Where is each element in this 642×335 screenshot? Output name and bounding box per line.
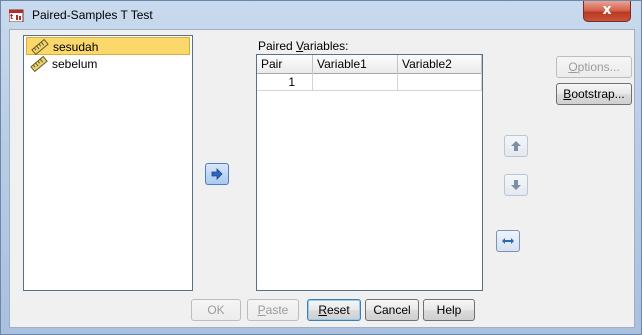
variable1-cell[interactable] [313,73,398,90]
close-icon: x [602,2,612,18]
variable2-cell[interactable] [398,73,482,90]
list-item-label: sebelum [52,57,98,71]
arrow-right-icon [211,168,223,180]
swap-variables-button[interactable] [496,230,520,252]
cancel-button[interactable]: Cancel [365,299,419,321]
arrow-up-icon [511,141,521,151]
paired-variables-grid[interactable]: Pair Variable1 Variable2 1 [256,54,483,291]
options-button[interactable]: Options... [556,56,632,78]
ok-button[interactable]: OK [191,299,241,321]
paired-variables-label: Paired Variables: [258,39,349,53]
grid-header: Pair Variable1 Variable2 [257,55,482,74]
table-row[interactable]: 1 [257,73,482,91]
column-header-variable2: Variable2 [398,55,482,73]
paste-button[interactable]: Paste [247,299,299,321]
window-title: Paired-Samples T Test [32,8,153,22]
column-header-pair: Pair [257,55,313,73]
column-header-variable1: Variable1 [313,55,398,73]
list-item-sebelum[interactable]: sebelum [26,55,190,73]
arrow-down-icon [511,180,521,190]
scale-ruler-icon [30,56,48,72]
reset-button[interactable]: Reset [307,299,361,321]
title-bar[interactable]: t Paired-Samples T Test x [1,1,641,29]
move-up-button[interactable] [504,135,528,157]
ttest-app-icon: t [9,9,24,22]
move-to-pairs-button[interactable] [205,163,229,185]
bootstrap-button[interactable]: Bootstrap... [556,83,632,105]
dialog-window: t Paired-Samples T Test x sesudah sebelu… [0,0,642,335]
move-down-button[interactable] [504,174,528,196]
list-item-sesudah[interactable]: sesudah [26,37,190,55]
swap-horizontal-icon [502,238,514,244]
help-button[interactable]: Help [423,299,475,321]
pair-number-cell: 1 [257,73,313,90]
scale-ruler-icon [31,39,49,55]
close-button[interactable]: x [583,1,631,22]
list-item-label: sesudah [53,40,99,54]
source-variable-list[interactable]: sesudah sebelum [23,35,193,291]
